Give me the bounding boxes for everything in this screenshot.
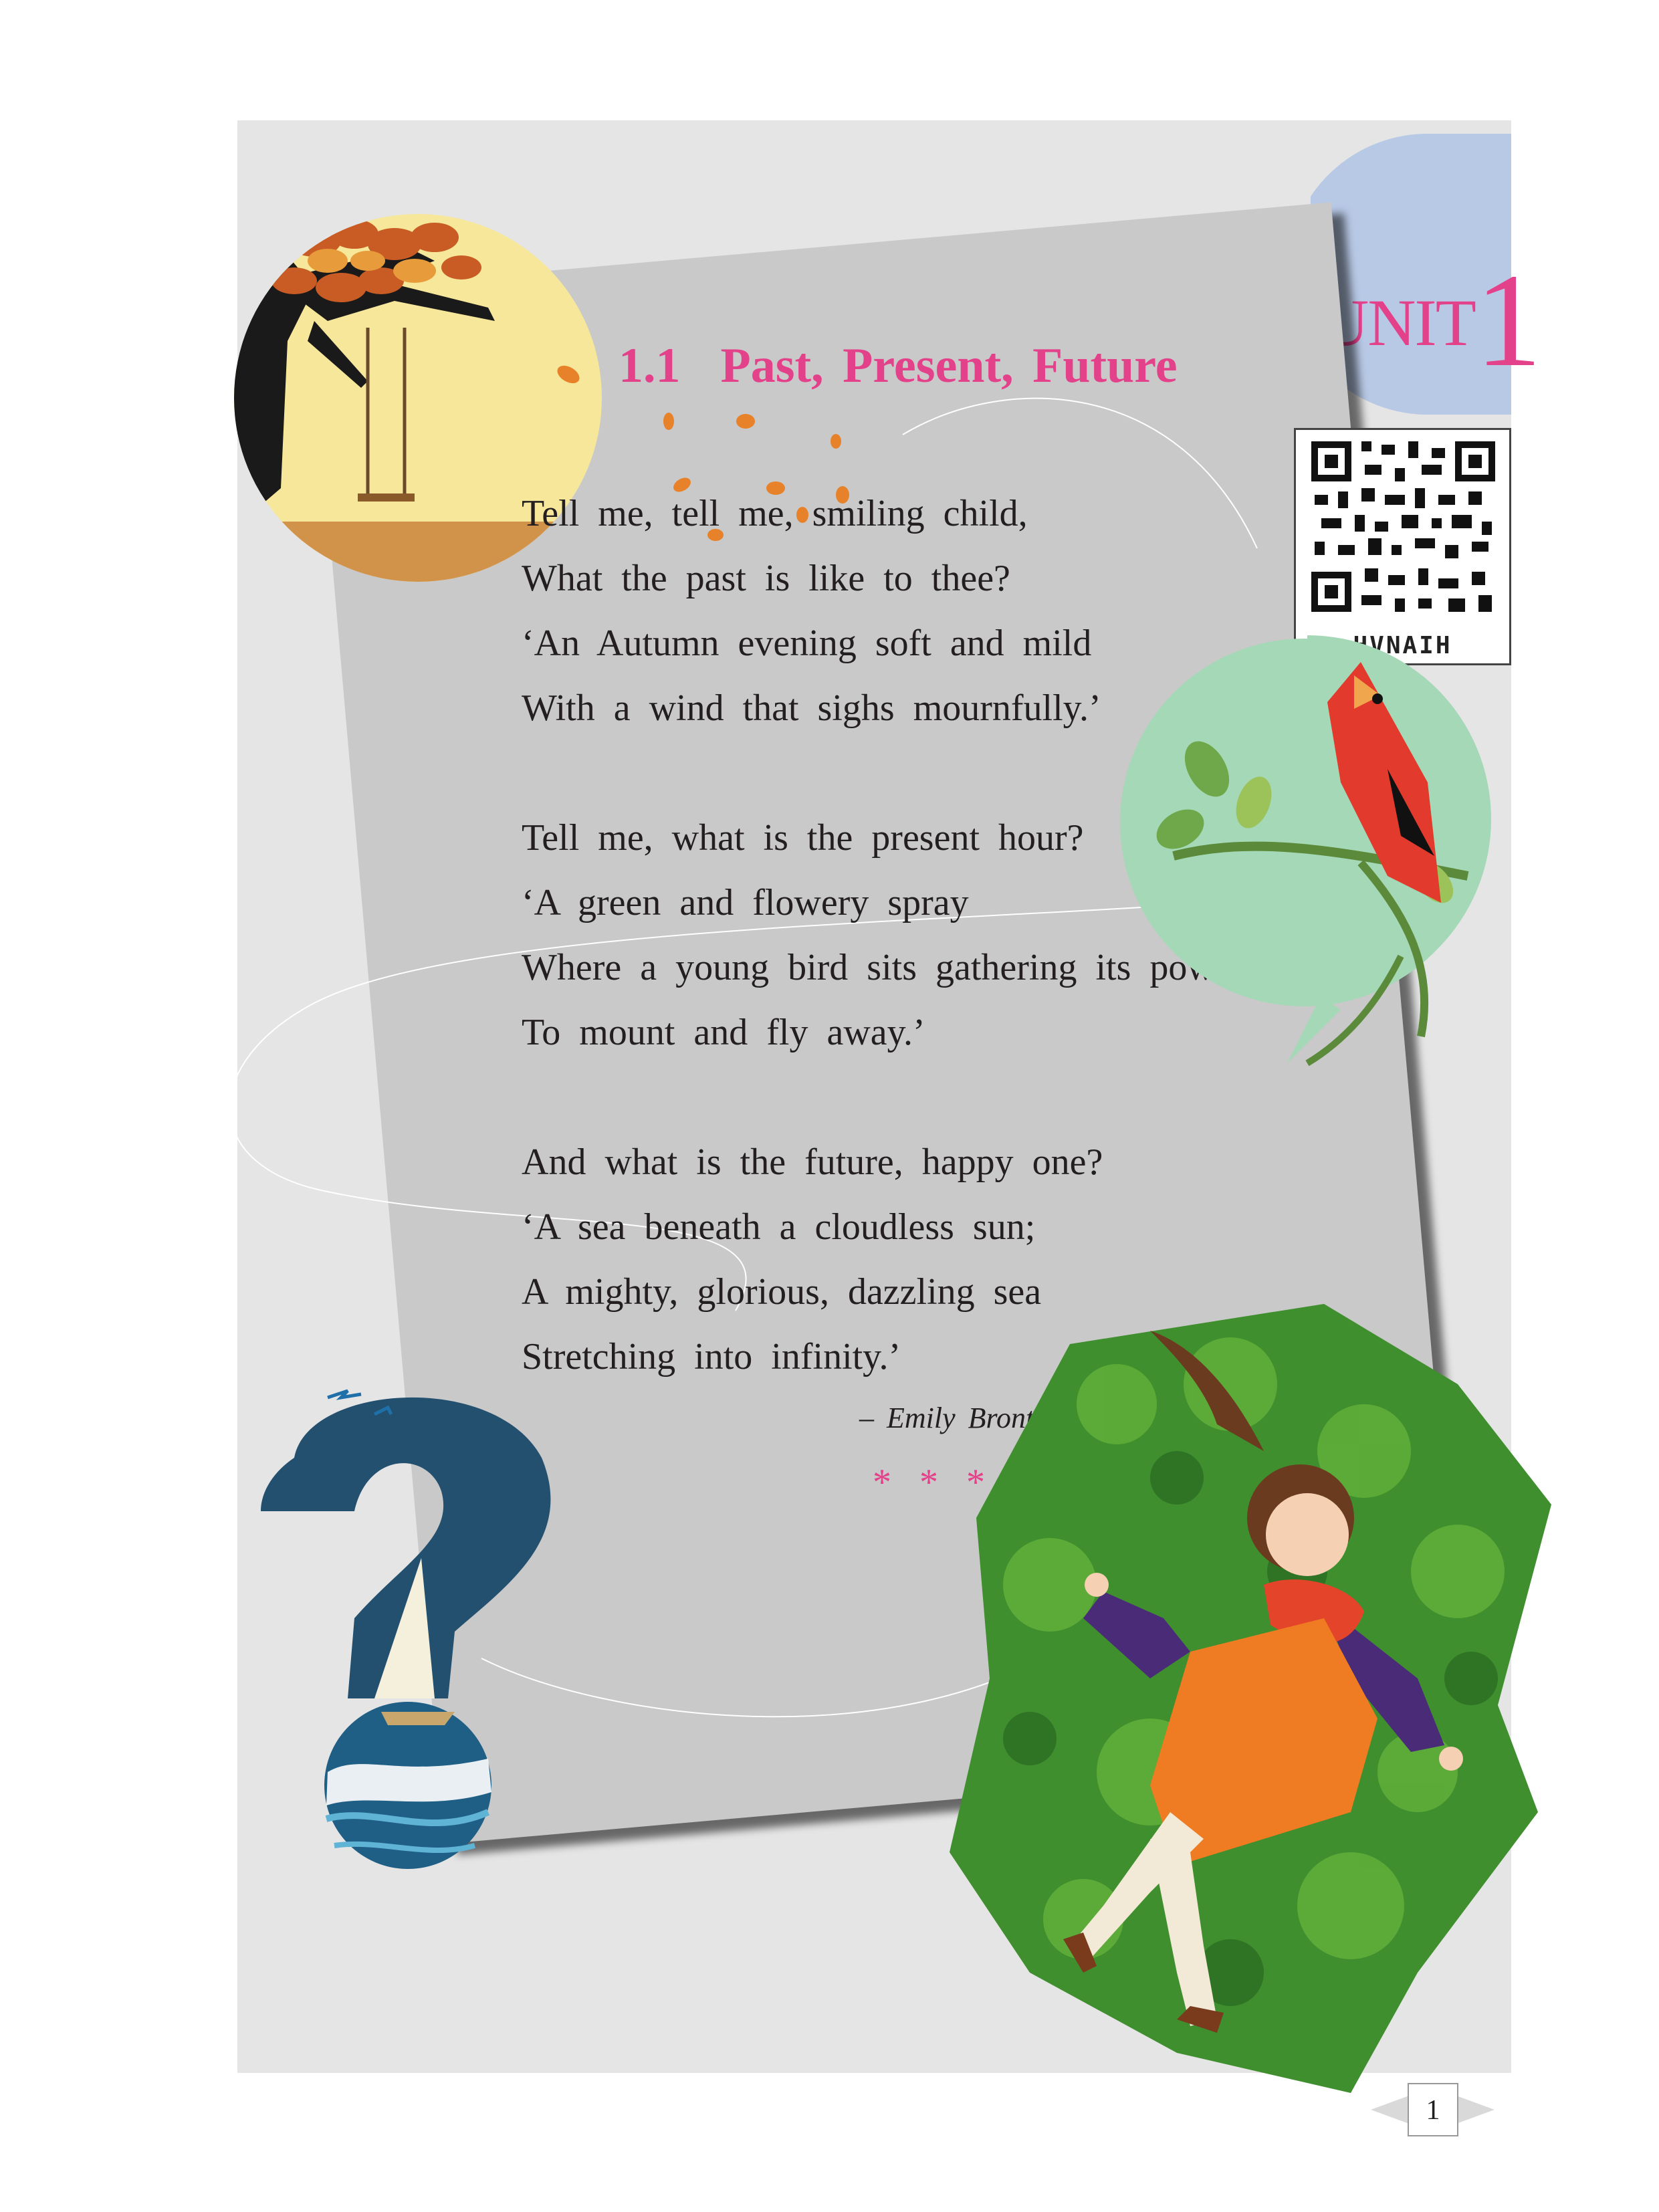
page-number: 1 — [1408, 2083, 1458, 2136]
section-title-text: Past, Present, Future — [720, 338, 1178, 393]
qr-pattern — [1308, 438, 1499, 619]
unit-label: UNIT1 — [1321, 224, 1542, 395]
cardinal-bird-illustration — [1120, 635, 1491, 1067]
poem-line: What the past is like to thee? — [522, 558, 1010, 599]
girl-on-grass-illustration — [950, 1304, 1551, 2093]
unit-number: 1 — [1474, 247, 1542, 395]
section-title: 1.1 Past, Present, Future — [619, 338, 1178, 395]
qr-code[interactable]: HVNAIH — [1294, 428, 1511, 665]
poem-line: ‘A sea beneath a cloudless sun; — [522, 1206, 1036, 1248]
page-number-badge: 1 — [1371, 2083, 1495, 2136]
section-number: 1.1 — [619, 338, 681, 393]
question-mark-sea-illustration — [261, 1389, 551, 1869]
poem-line: And what is the future, happy one? — [522, 1141, 1103, 1183]
poem-line: Tell me, tell me, smiling child, — [522, 493, 1028, 534]
stanza-break — [522, 1065, 1243, 1130]
